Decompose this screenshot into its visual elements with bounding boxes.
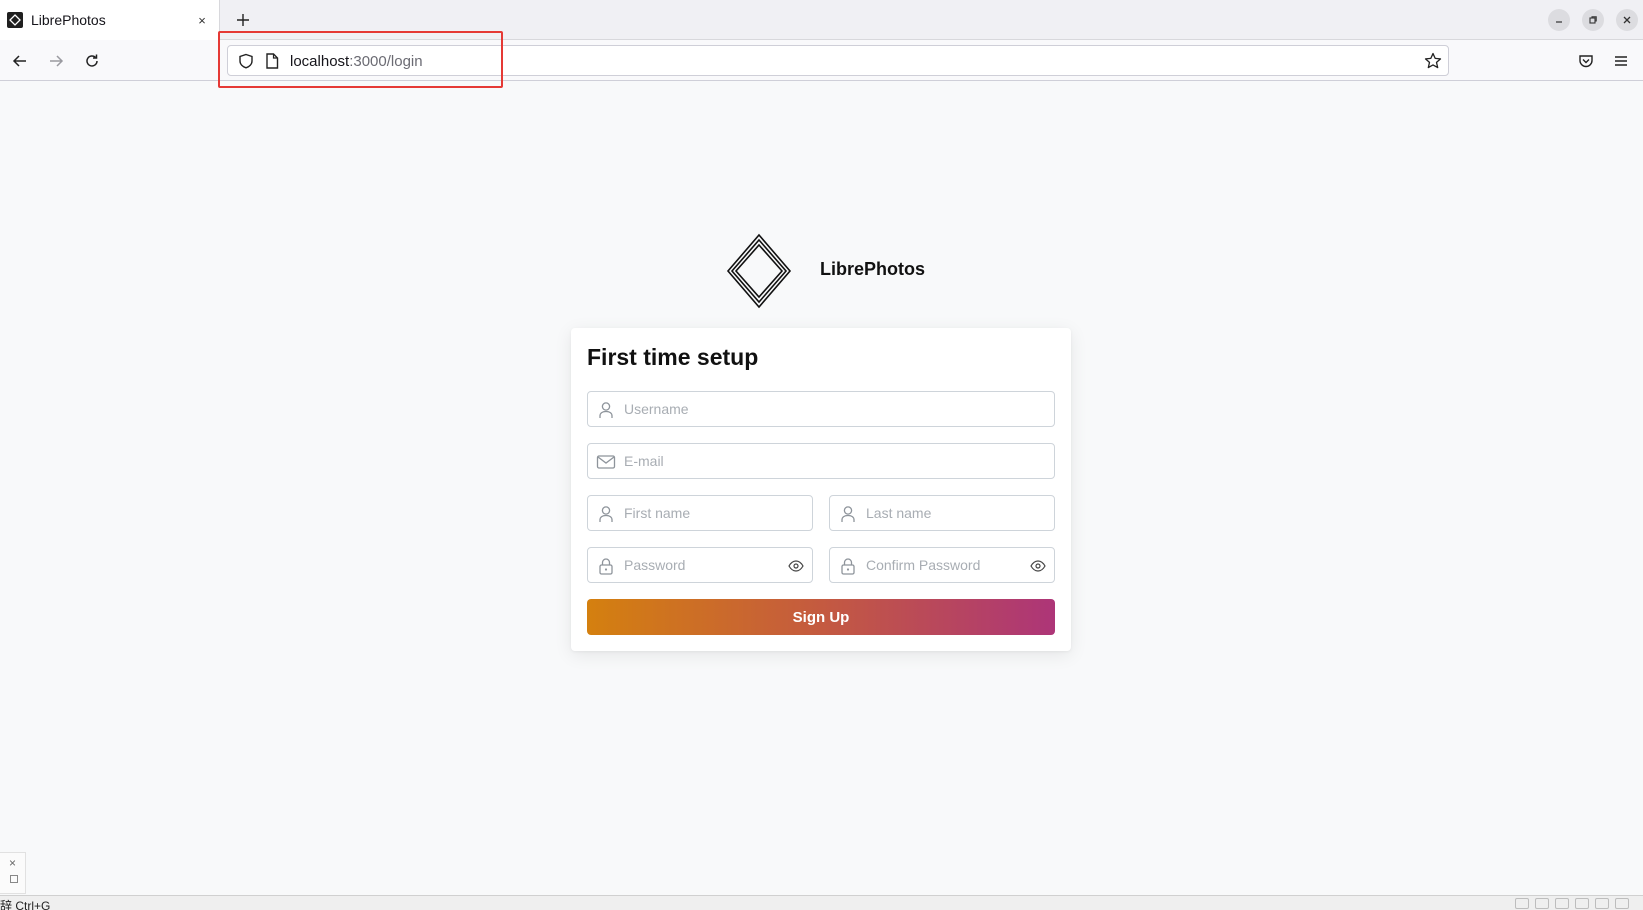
back-button[interactable] [9,50,31,72]
tray-icon[interactable] [1535,898,1549,909]
user-icon [596,400,616,420]
pocket-icon [1579,55,1593,68]
password-input[interactable] [624,548,774,582]
password-field[interactable] [587,547,813,583]
navigation-toolbar: localhost:3000/login [0,40,1643,81]
last-name-field[interactable] [829,495,1055,531]
status-text: 辞 Ctrl+G [0,899,51,910]
tray-icon[interactable] [1615,898,1629,909]
email-field[interactable] [587,443,1055,479]
close-window-button[interactable] [1616,9,1638,31]
eye-icon[interactable] [1029,557,1047,575]
username-input[interactable] [624,392,1044,426]
tab-strip: LibrePhotos × [0,0,1643,40]
lock-icon [596,556,616,576]
bookmark-star-icon[interactable] [1424,52,1442,75]
pocket-button[interactable] [1575,50,1597,72]
hamburger-menu-icon [1615,56,1627,66]
restore-icon [1589,16,1597,24]
setup-card: First time setup Username E-mail First n… [571,328,1071,651]
forward-button[interactable] [45,50,67,72]
librephotos-favicon-icon [7,12,23,28]
tray-icon[interactable] [1575,898,1589,909]
librephotos-diamond-logo [725,232,793,310]
confirm-password-field[interactable] [829,547,1055,583]
lock-icon [838,556,858,576]
devtools-overlay: × [0,852,26,894]
url-text[interactable]: localhost:3000/login [290,53,423,70]
email-input[interactable] [624,444,1044,478]
restore-button[interactable] [1582,9,1604,31]
shield-icon[interactable] [238,53,254,74]
tab-librephotos[interactable]: LibrePhotos × [0,0,220,40]
tab-close-icon[interactable]: × [193,11,211,29]
reload-icon [86,54,98,67]
new-tab-button[interactable] [232,9,254,31]
status-bar: 辞 Ctrl+G [0,895,1643,910]
menu-button[interactable] [1610,50,1632,72]
arrow-right-icon [50,55,64,67]
last-name-input[interactable] [866,496,1046,530]
eye-icon[interactable] [787,557,805,575]
page-icon[interactable] [265,53,279,74]
minimize-icon [1556,21,1562,23]
close-icon [1623,16,1631,24]
status-icons [1515,898,1629,909]
user-icon [596,504,616,524]
tab-title: LibrePhotos [31,12,106,28]
square-icon[interactable] [10,875,18,883]
brand-name: LibrePhotos [820,259,926,279]
username-field[interactable] [587,391,1055,427]
confirm-password-input[interactable] [866,548,1016,582]
user-icon [838,504,858,524]
arrow-left-icon [12,55,26,67]
tray-icon[interactable] [1595,898,1609,909]
first-name-input[interactable] [624,496,804,530]
page-title: First time setup [587,344,759,370]
plus-icon [237,14,249,26]
url-bar[interactable]: localhost:3000/login [227,45,1449,76]
sign-up-button[interactable]: Sign Up [587,599,1055,635]
close-icon[interactable]: × [9,856,16,870]
mail-icon [596,452,616,472]
reload-button[interactable] [81,50,103,72]
minimize-button[interactable] [1548,9,1570,31]
tray-icon[interactable] [1555,898,1569,909]
first-name-field[interactable] [587,495,813,531]
tray-icon[interactable] [1515,898,1529,909]
